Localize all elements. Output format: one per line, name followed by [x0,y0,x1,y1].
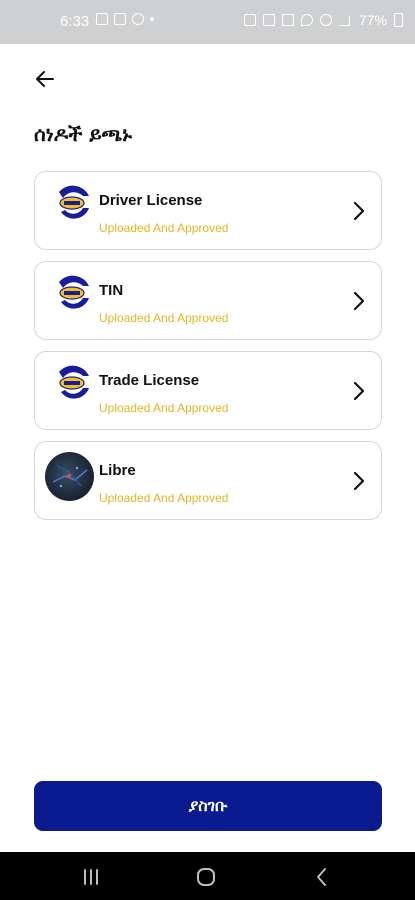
lock-icon [262,14,275,26]
system-icons: 77% [243,12,403,28]
recent-apps-icon[interactable] [78,864,104,890]
system-nav-bar [0,852,415,900]
notification-icons [96,13,154,25]
chevron-right-icon [353,381,365,401]
link-icon [243,14,256,26]
page-title: ሰነዶች ይጫኑ [34,122,133,146]
logo-icon [53,182,93,222]
chevron-right-icon [353,471,365,491]
document-card-libre[interactable]: Libre Uploaded And Approved [34,441,382,520]
document-card-trade-license[interactable]: Trade License Uploaded And Approved [34,351,382,430]
image-icon [114,13,126,25]
home-icon[interactable] [193,864,219,890]
document-list: Driver License Uploaded And Approved TIN… [34,171,382,531]
battery-percent: 77% [358,12,387,28]
alarm-icon [281,14,294,26]
logo-icon [53,272,93,312]
document-name: Driver License [99,192,203,209]
chevron-right-icon [353,291,365,311]
logo-icon [53,362,93,402]
status-time: 6:33 [60,13,90,30]
document-name: Libre [99,462,136,479]
status-bar: 6:33 77% [0,0,415,44]
document-name: TIN [99,282,124,299]
document-status: Uploaded And Approved [99,311,229,325]
document-card-driver-license[interactable]: Driver License Uploaded And Approved [34,171,382,250]
nav-back-icon[interactable] [309,864,335,890]
document-status: Uploaded And Approved [99,221,229,235]
back-button[interactable] [30,64,60,94]
wifi-icon [319,14,332,26]
document-status: Uploaded And Approved [99,491,229,505]
document-card-tin[interactable]: TIN Uploaded And Approved [34,261,382,340]
document-name: Trade License [99,372,200,389]
app-icon [132,13,144,25]
document-status: Uploaded And Approved [99,401,229,415]
notification-icon [96,13,108,25]
more-notifications-icon [150,17,154,21]
chevron-right-icon [353,201,365,221]
signal-icon [338,14,350,26]
back-arrow-icon [36,71,54,87]
photo-thumbnail [45,452,94,501]
battery-icon [394,13,403,27]
submit-button[interactable]: ያስገቡ [34,781,382,831]
location-icon [300,14,313,26]
